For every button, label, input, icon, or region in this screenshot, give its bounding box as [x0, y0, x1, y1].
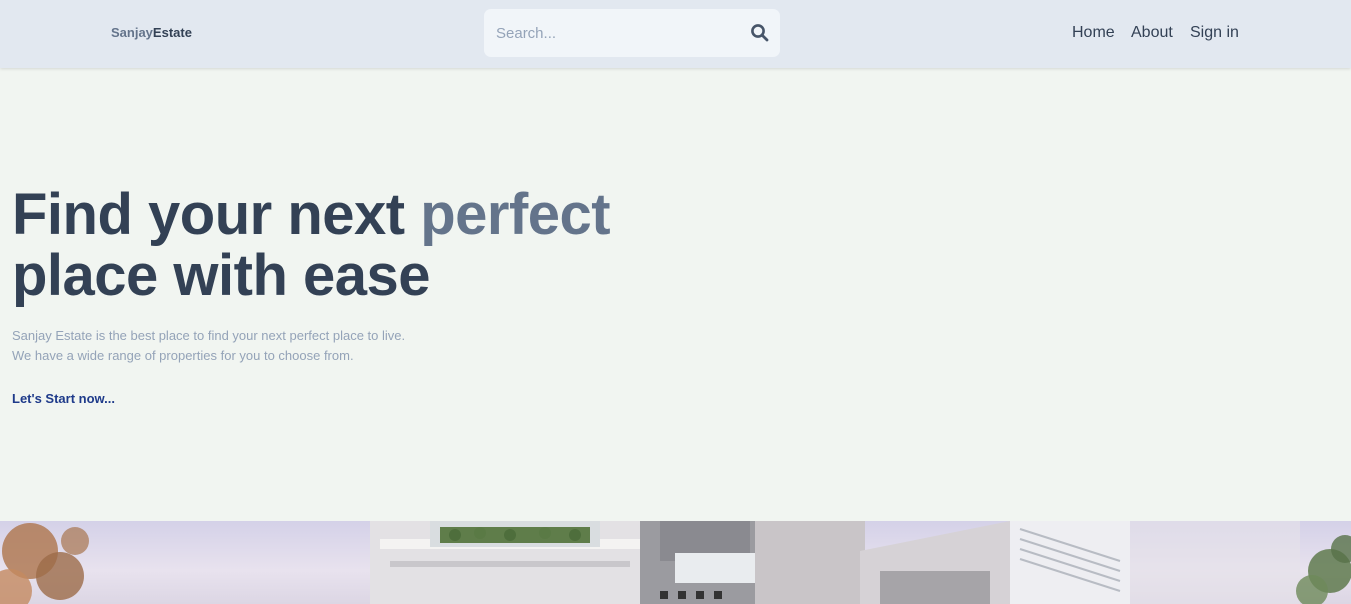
- hero-description-line-1: Sanjay Estate is the best place to find …: [12, 328, 406, 343]
- hero-description: Sanjay Estate is the best place to find …: [12, 326, 405, 366]
- site-logo[interactable]: SanjayEstate: [111, 25, 192, 40]
- nav-sign-in[interactable]: Sign in: [1190, 24, 1239, 42]
- hero-title-line-2: place with ease: [12, 243, 431, 308]
- hero-title: Find your next perfect place with ease: [12, 182, 611, 308]
- site-header: SanjayEstate Home About Sign in: [0, 0, 1351, 68]
- hero-title-part-1: Find your next: [12, 182, 421, 247]
- house-illustration: [0, 521, 1351, 604]
- search-icon[interactable]: [750, 23, 770, 43]
- house-banner-image: [0, 521, 1351, 604]
- nav-home[interactable]: Home: [1072, 24, 1115, 42]
- hero-title-accent: perfect: [420, 182, 611, 247]
- logo-part-1: Sanjay: [111, 25, 153, 40]
- nav-about[interactable]: About: [1131, 24, 1173, 42]
- logo-part-2: Estate: [152, 25, 192, 40]
- hero-description-line-2: We have a wide range of properties for y…: [12, 348, 354, 363]
- search-input[interactable]: [496, 9, 736, 57]
- search-form: [484, 9, 780, 57]
- start-now-link[interactable]: Let's Start now...: [12, 391, 115, 406]
